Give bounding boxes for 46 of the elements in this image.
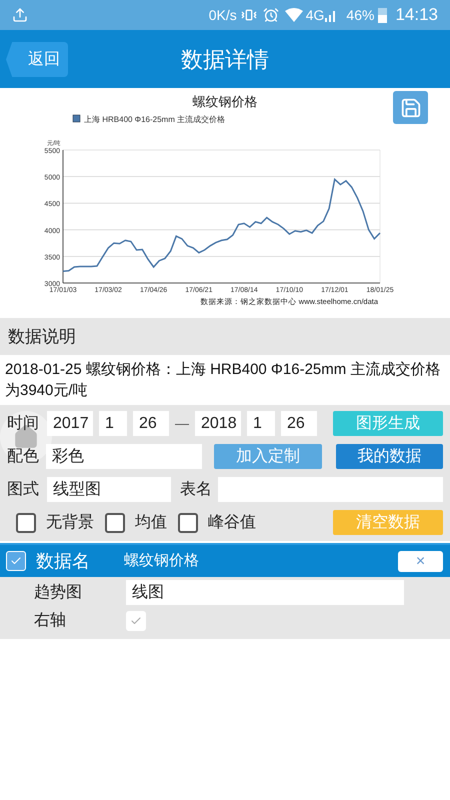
alarm-icon [262,7,279,23]
style-label: 图式 [7,480,40,500]
month-field[interactable]: 1 [99,411,127,436]
series-name: 螺纹钢价格 [124,550,199,571]
option-label: 无背景 [46,512,94,532]
save-button[interactable] [393,91,428,124]
day-field[interactable]: 26 [133,411,169,436]
checkbox[interactable] [178,512,198,532]
checkbox[interactable] [105,512,125,532]
clock: 14:13 [395,4,438,26]
range-dash: — [175,414,189,433]
legend-label: 上海 HRB400 Φ16-25mm 主流成交价格 [84,115,226,124]
month-field[interactable]: 1 [247,411,275,436]
checkbox[interactable] [16,512,36,532]
check-icon [130,615,142,627]
check-icon [10,555,22,567]
legend-swatch [72,114,80,122]
page-title: 数据详情 [181,46,269,74]
battery-level: 46% [346,6,374,24]
option-label: 均值 [135,512,167,532]
section-title: 数据说明 [8,326,76,348]
option-label: 峰谷值 [208,512,256,532]
table-name-label: 表名 [180,480,212,500]
right-axis-label: 右轴 [34,610,67,631]
table-name-field[interactable] [218,477,443,502]
save-icon [400,96,422,118]
wifi-icon [284,8,303,22]
network-type: 4G [306,6,324,24]
vibrate-icon [240,7,257,23]
color-field[interactable]: 彩色 [46,444,202,469]
upload-icon [12,7,28,23]
trend-label: 趋势图 [34,582,83,602]
time-label: 时间 [7,414,40,434]
style-field[interactable]: 线型图 [47,477,171,502]
chart-title: 螺纹钢价格 [192,94,258,109]
battery-icon [378,7,388,23]
checkbox[interactable] [126,611,146,631]
my-data-button[interactable]: 我的数据 [336,444,443,469]
year-field[interactable]: 2017 [47,411,93,436]
series-label: 数据名 [36,550,91,572]
year-field[interactable]: 2018 [195,411,241,436]
description-text: 2018-01-25 螺纹钢价格：上海 HRB400 Φ16-25mm 主流成交价格为3940元/吨 [4,360,442,401]
network-speed: 0K/s [208,6,237,24]
trend-field[interactable]: 线图 [126,580,404,605]
day-field[interactable]: 26 [281,411,317,436]
color-label: 配色 [7,446,40,466]
